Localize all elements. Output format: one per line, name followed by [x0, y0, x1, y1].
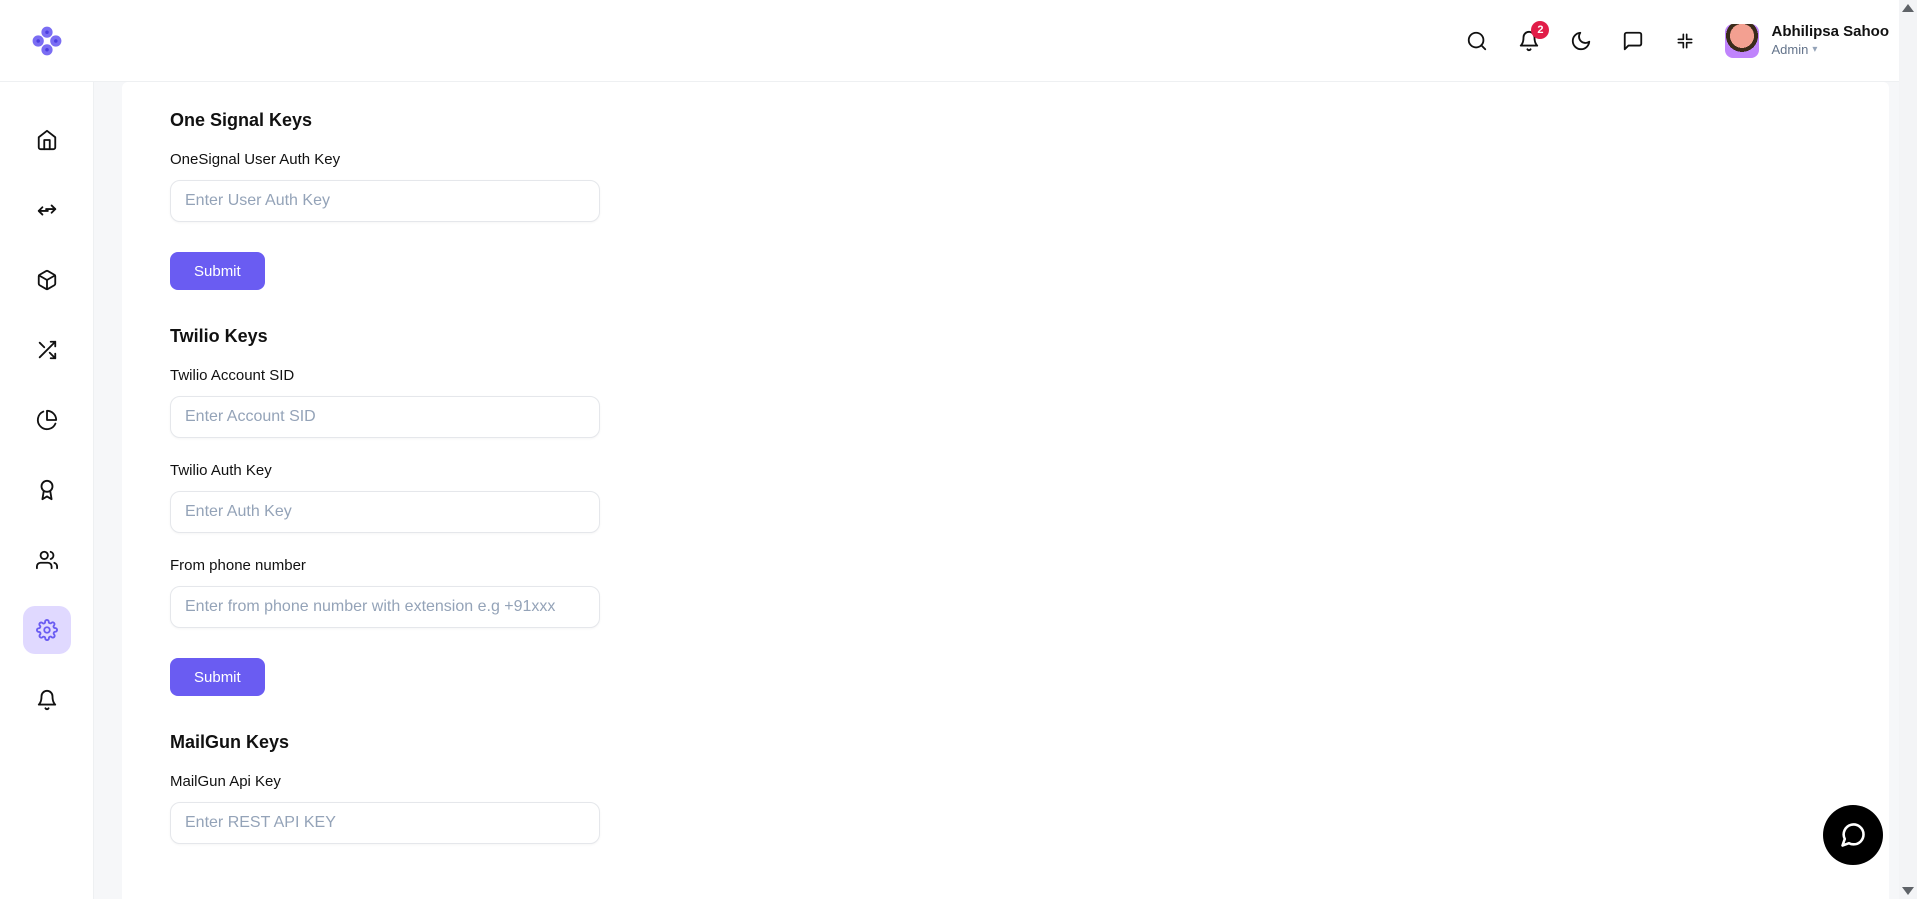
user-name: Abhilipsa Sahoo [1771, 23, 1889, 42]
submit-onesignal-button[interactable]: Submit [170, 252, 265, 290]
user-text: Abhilipsa Sahoo Admin ▾ [1771, 23, 1889, 58]
settings-card: One Signal Keys OneSignal User Auth Key … [122, 82, 1889, 899]
header-actions: 2 Abhilipsa Sahoo Admin ▾ [1465, 23, 1917, 58]
sidebar [0, 82, 94, 899]
section-title-twilio: Twilio Keys [170, 326, 1841, 347]
sidebar-item-shuffle[interactable] [23, 326, 71, 374]
field-mailgun-api-key: MailGun Api Key [170, 773, 600, 844]
input-mailgun-api-key[interactable] [170, 802, 600, 844]
input-twilio-auth-key[interactable] [170, 491, 600, 533]
avatar [1725, 24, 1759, 58]
field-twilio-account-sid: Twilio Account SID [170, 367, 600, 438]
bell-icon[interactable]: 2 [1517, 29, 1541, 53]
input-twilio-account-sid[interactable] [170, 396, 600, 438]
sidebar-item-award[interactable] [23, 466, 71, 514]
sidebar-item-package[interactable] [23, 256, 71, 304]
input-twilio-from-phone[interactable] [170, 586, 600, 628]
scroll-up-icon[interactable] [1902, 4, 1914, 12]
sidebar-item-chart[interactable] [23, 396, 71, 444]
user-menu[interactable]: Abhilipsa Sahoo Admin ▾ [1725, 23, 1889, 58]
field-twilio-auth-key: Twilio Auth Key [170, 462, 600, 533]
top-header: 2 Abhilipsa Sahoo Admin ▾ [0, 0, 1917, 82]
label-twilio-from-phone: From phone number [170, 557, 600, 574]
minimize-icon[interactable] [1673, 29, 1697, 53]
chevron-down-icon: ▾ [1812, 44, 1817, 57]
chat-bubble-icon [1839, 821, 1867, 849]
label-twilio-account-sid: Twilio Account SID [170, 367, 600, 384]
label-twilio-auth-key: Twilio Auth Key [170, 462, 600, 479]
user-role: Admin ▾ [1771, 42, 1889, 58]
label-mailgun-api-key: MailGun Api Key [170, 773, 600, 790]
label-onesignal-user-auth-key: OneSignal User Auth Key [170, 151, 600, 168]
search-icon[interactable] [1465, 29, 1489, 53]
field-twilio-from-phone: From phone number [170, 557, 600, 628]
scroll-down-icon[interactable] [1902, 887, 1914, 895]
input-onesignal-user-auth-key[interactable] [170, 180, 600, 222]
section-title-mailgun: MailGun Keys [170, 732, 1841, 753]
chat-icon[interactable] [1621, 29, 1645, 53]
os-scrollbar-stub[interactable] [1899, 0, 1917, 899]
moon-icon[interactable] [1569, 29, 1593, 53]
sidebar-item-settings[interactable] [23, 606, 71, 654]
notification-badge: 2 [1531, 21, 1549, 39]
sidebar-item-notifications[interactable] [23, 676, 71, 724]
logo-cell [0, 0, 94, 81]
sidebar-item-transfer[interactable] [23, 186, 71, 234]
main-scroll[interactable]: One Signal Keys OneSignal User Auth Key … [94, 82, 1917, 899]
section-title-onesignal: One Signal Keys [170, 110, 1841, 131]
chat-fab[interactable] [1823, 805, 1883, 865]
field-onesignal-user-auth-key: OneSignal User Auth Key [170, 151, 600, 222]
sidebar-item-users[interactable] [23, 536, 71, 584]
submit-twilio-button[interactable]: Submit [170, 658, 265, 696]
sidebar-item-home[interactable] [23, 116, 71, 164]
brand-logo-icon [31, 25, 63, 57]
